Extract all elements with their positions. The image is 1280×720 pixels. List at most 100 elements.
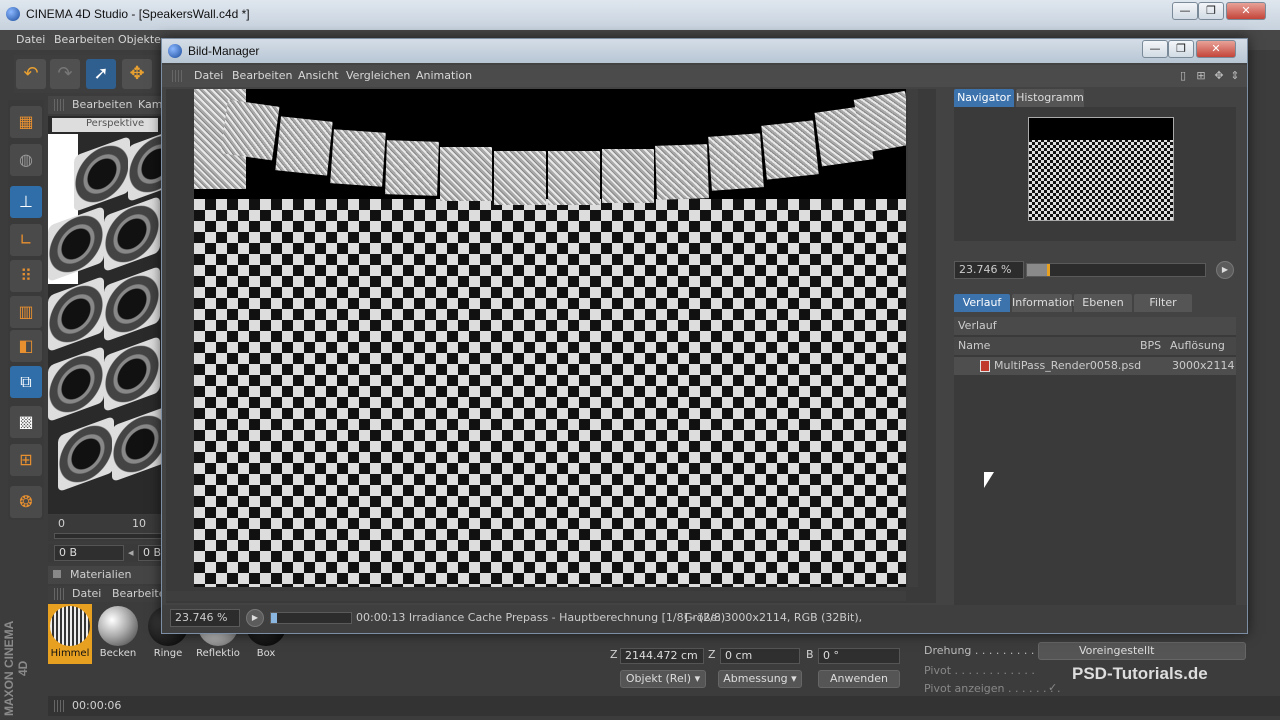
render-vertical-scrollbar[interactable] [908,89,918,587]
axis-icon[interactable]: ⊥ [10,186,42,218]
list-item-resolution: 3000x2114 [1172,359,1234,372]
ceiling-tile [494,151,546,205]
move-view-icon[interactable]: ✥ [1212,69,1226,83]
dialog-maximize-button[interactable]: ❐ [1168,40,1194,58]
objekt-rel-label: Objekt (Rel) [625,672,692,685]
main-toolbar: ↶ ↷ ➚ ✥ [14,55,164,93]
frame-step-icon[interactable]: ◂ [128,546,134,559]
polygons-mode-icon[interactable]: ▥ [10,296,42,328]
render-progress-bar [270,612,352,624]
maximize-button[interactable]: ❐ [1198,2,1224,20]
material-himmel[interactable]: Himmel [48,604,92,664]
list-item[interactable]: MultiPass_Render0058.psd 3000x2114 [954,357,1236,375]
materials-menu-datei[interactable]: Datei [72,587,101,600]
drehung-value: Voreingestellt [1079,644,1155,657]
dlg-menu-vergleichen[interactable]: Vergleichen [346,69,410,82]
workplane-icon[interactable]: ⊞ [10,444,42,476]
zoom-slider-handle[interactable] [1047,264,1050,276]
timeline-ruler[interactable]: 0 10 [48,515,166,541]
expand-icon[interactable]: ⇕ [1228,69,1242,83]
material-label: Reflektio [196,648,240,659]
zoom-slider-fill [1027,264,1049,276]
move-icon[interactable]: ✥ [122,59,152,89]
zoom-field[interactable]: 23.746 % [170,609,240,627]
timeline-tick: 0 [58,517,65,530]
drehung-dropdown[interactable]: Voreingestellt [1038,642,1246,660]
abmessung-dropdown[interactable]: Abmessung ▾ [718,670,802,688]
pivot-anzeigen-label: Pivot anzeigen . . . . . . . . [924,682,1061,695]
viewport-menu-kameras[interactable]: Kam [138,98,162,111]
panel-checkbox-icon[interactable] [53,570,61,578]
material-becken[interactable]: Becken [96,604,140,664]
maxon-logo: MAXON CINEMA 4D [2,620,30,716]
dialog-close-button[interactable]: ✕ [1196,40,1236,58]
dlg-menu-animation[interactable]: Animation [416,69,472,82]
close-button[interactable]: ✕ [1226,2,1266,20]
menu-datei[interactable]: Datei [16,33,45,46]
edges-mode-icon[interactable]: ⠿ [10,260,42,292]
split-view-icon[interactable]: ▯ [1176,69,1190,83]
minimize-button[interactable]: — [1172,2,1198,20]
z-position-field[interactable]: 2144.472 cm [620,648,704,664]
undo-icon[interactable]: ↶ [16,59,46,89]
navigator-zoom-field[interactable]: 23.746 % [954,261,1024,279]
render-horizontal-scrollbar[interactable] [166,591,906,601]
menu-bearbeiten[interactable]: Bearbeiten [54,33,114,46]
tab-ebenen[interactable]: Ebenen [1074,294,1132,312]
z-size-field[interactable]: 0 cm [720,648,800,664]
b-rotation-field[interactable]: 0 ° [818,648,900,664]
dialog-minimize-button[interactable]: — [1142,40,1168,58]
layout-icon[interactable]: ▦ [10,106,42,138]
render-status-message: 00:00:13 Irradiance Cache Prepass - Haup… [356,611,726,624]
deformer-icon[interactable]: ❂ [10,486,42,518]
tab-histogramm[interactable]: Histogramm [1016,89,1084,107]
render-time: 00:00:06 [72,699,122,712]
panel-grip-icon[interactable] [54,99,64,111]
dlg-menu-ansicht[interactable]: Ansicht [298,69,339,82]
panel-grip-icon[interactable] [172,70,182,82]
column-aufloesung[interactable]: Auflösung [1170,337,1225,355]
tab-navigator[interactable]: Navigator [954,89,1014,107]
panel-grip-icon[interactable] [54,588,64,600]
bild-manager-titlebar[interactable]: Bild-Manager — ❐ ✕ [162,39,1247,63]
3d-viewport[interactable]: Perspektive [48,116,166,514]
current-frame-field[interactable]: 0 B [54,545,124,561]
render-view[interactable] [166,89,936,603]
status-play-icon[interactable]: ▶ [246,609,264,627]
panel-grip-icon[interactable] [54,700,64,712]
materials-panel-header: Materialien [48,566,163,584]
render-image[interactable] [194,89,906,587]
dlg-menu-datei[interactable]: Datei [194,69,223,82]
main-status-bar: 00:00:06 [48,696,1280,716]
navigator-thumbnail[interactable] [1028,117,1174,221]
bild-manager-side-panel: Navigator Histogramm 23.746 % ▶ Verlauf … [948,89,1244,627]
viewport-menu-bearbeiten[interactable]: Bearbeiten [72,98,132,111]
left-tool-palette: ▦ ◍ ⊥ ∟ ⠿ ▥ ◧ ⧉ ▩ ⊞ ❂ [8,100,44,520]
navigator-zoom-slider[interactable] [1026,263,1206,277]
verlauf-list-header: Name BPS Auflösung [954,337,1236,355]
redo-icon[interactable]: ↷ [50,59,80,89]
tab-filter[interactable]: Filter [1134,294,1192,312]
objekt-rel-dropdown[interactable]: Objekt (Rel) ▾ [620,670,706,688]
texture-mode-icon[interactable]: ⧉ [10,366,42,398]
checker-icon[interactable]: ▩ [10,406,42,438]
verlauf-list-title: Verlauf [954,317,1236,335]
column-name[interactable]: Name [958,337,990,355]
material-label: Ringe [153,648,183,659]
tab-verlauf[interactable]: Verlauf [954,294,1010,312]
new-panel-icon[interactable]: ⊞ [1194,69,1208,83]
object-mode-icon[interactable]: ◧ [10,330,42,362]
anwenden-button[interactable]: Anwenden [818,670,900,688]
points-mode-icon[interactable]: ∟ [10,224,42,256]
zoom-play-icon[interactable]: ▶ [1216,261,1234,279]
z-position-label: Z [610,648,618,661]
sculpt-icon[interactable]: ◍ [10,144,42,176]
tab-information[interactable]: Information [1012,294,1076,312]
pivot-anzeigen-checkbox[interactable]: ✓ [1048,681,1057,694]
menu-objekte[interactable]: Objekte [118,33,161,46]
psd-file-icon [980,360,990,372]
column-bps[interactable]: BPS [1140,337,1161,355]
dlg-menu-bearbeiten[interactable]: Bearbeiten [232,69,292,82]
viewport-header: Bearbeiten Kam [48,96,166,114]
select-arrow-icon[interactable]: ➚ [86,59,116,89]
